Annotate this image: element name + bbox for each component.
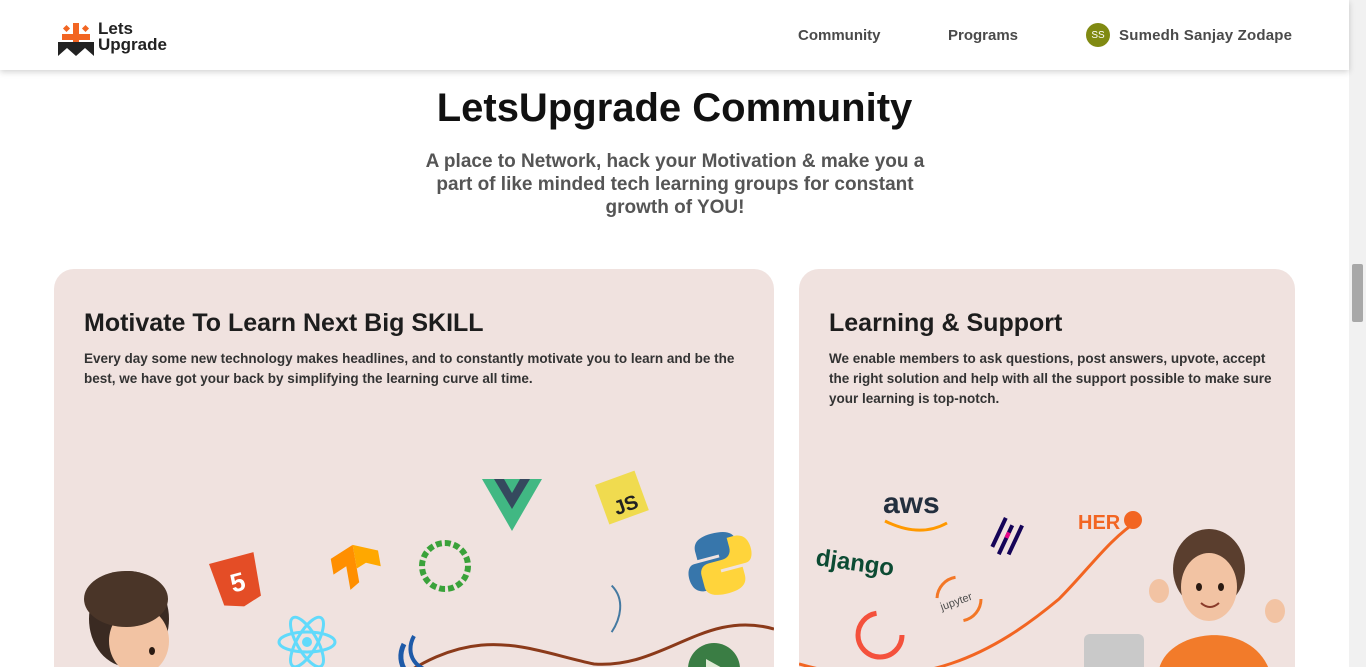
jquery-icon <box>398 635 425 667</box>
page-scrollbar[interactable] <box>1349 0 1366 667</box>
react-icon <box>277 615 337 667</box>
card-title: Motivate To Learn Next Big SKILL <box>84 309 484 337</box>
scrollbar-thumb[interactable] <box>1352 264 1363 322</box>
feature-card-support: aws django jupyter HER Learning & Suppor… <box>799 269 1295 667</box>
hero-icon: HER <box>1078 511 1142 534</box>
html5-icon: 5 <box>209 552 261 607</box>
tensorflow-icon <box>330 544 381 590</box>
django-icon: django <box>814 544 896 582</box>
hero-label: HER <box>1078 512 1121 534</box>
letsupgrade-logo-icon <box>58 23 94 56</box>
open-source-icon <box>855 610 905 660</box>
feature-card-motivate: 5 JS Motivate To Learn Next Big SKILL Ev… <box>54 269 774 667</box>
top-navbar: Lets Upgrade Community Programs SS Sumed… <box>0 0 1349 70</box>
avatar: SS <box>1086 23 1110 47</box>
nav-community-link[interactable]: Community <box>798 27 881 44</box>
circleci-icon <box>419 540 471 592</box>
card-description: We enable members to ask questions, post… <box>829 351 1272 406</box>
page-subtitle: A place to Network, hack your Motivation… <box>425 151 925 218</box>
user-menu[interactable]: SS Sumedh Sanjay Zodape <box>1086 23 1292 47</box>
student-character-illustration <box>84 571 169 667</box>
aws-label: aws <box>883 487 940 520</box>
page-title: LetsUpgrade Community <box>436 86 913 130</box>
user-name: Sumedh Sanjay Zodape <box>1119 26 1293 44</box>
nav-programs-link[interactable]: Programs <box>948 27 1018 44</box>
card-description: Every day some new technology makes head… <box>84 351 735 386</box>
logo-wordmark: Lets Upgrade <box>98 20 167 54</box>
python-icon <box>688 531 752 595</box>
jupyter-icon: jupyter <box>935 575 983 623</box>
play-icon <box>688 643 740 667</box>
pandas-icon <box>990 517 1024 556</box>
jupyter-label: jupyter <box>938 591 974 614</box>
javascript-icon: JS <box>595 470 649 525</box>
logo-line-2: Upgrade <box>98 35 167 54</box>
vue-icon <box>482 479 542 531</box>
letsupgrade-logo[interactable]: Lets Upgrade <box>58 17 188 57</box>
mysql-icon <box>610 584 622 633</box>
aws-icon: aws <box>883 487 948 532</box>
student-character-illustration <box>1084 529 1285 667</box>
card-title: Learning & Support <box>829 309 1063 337</box>
